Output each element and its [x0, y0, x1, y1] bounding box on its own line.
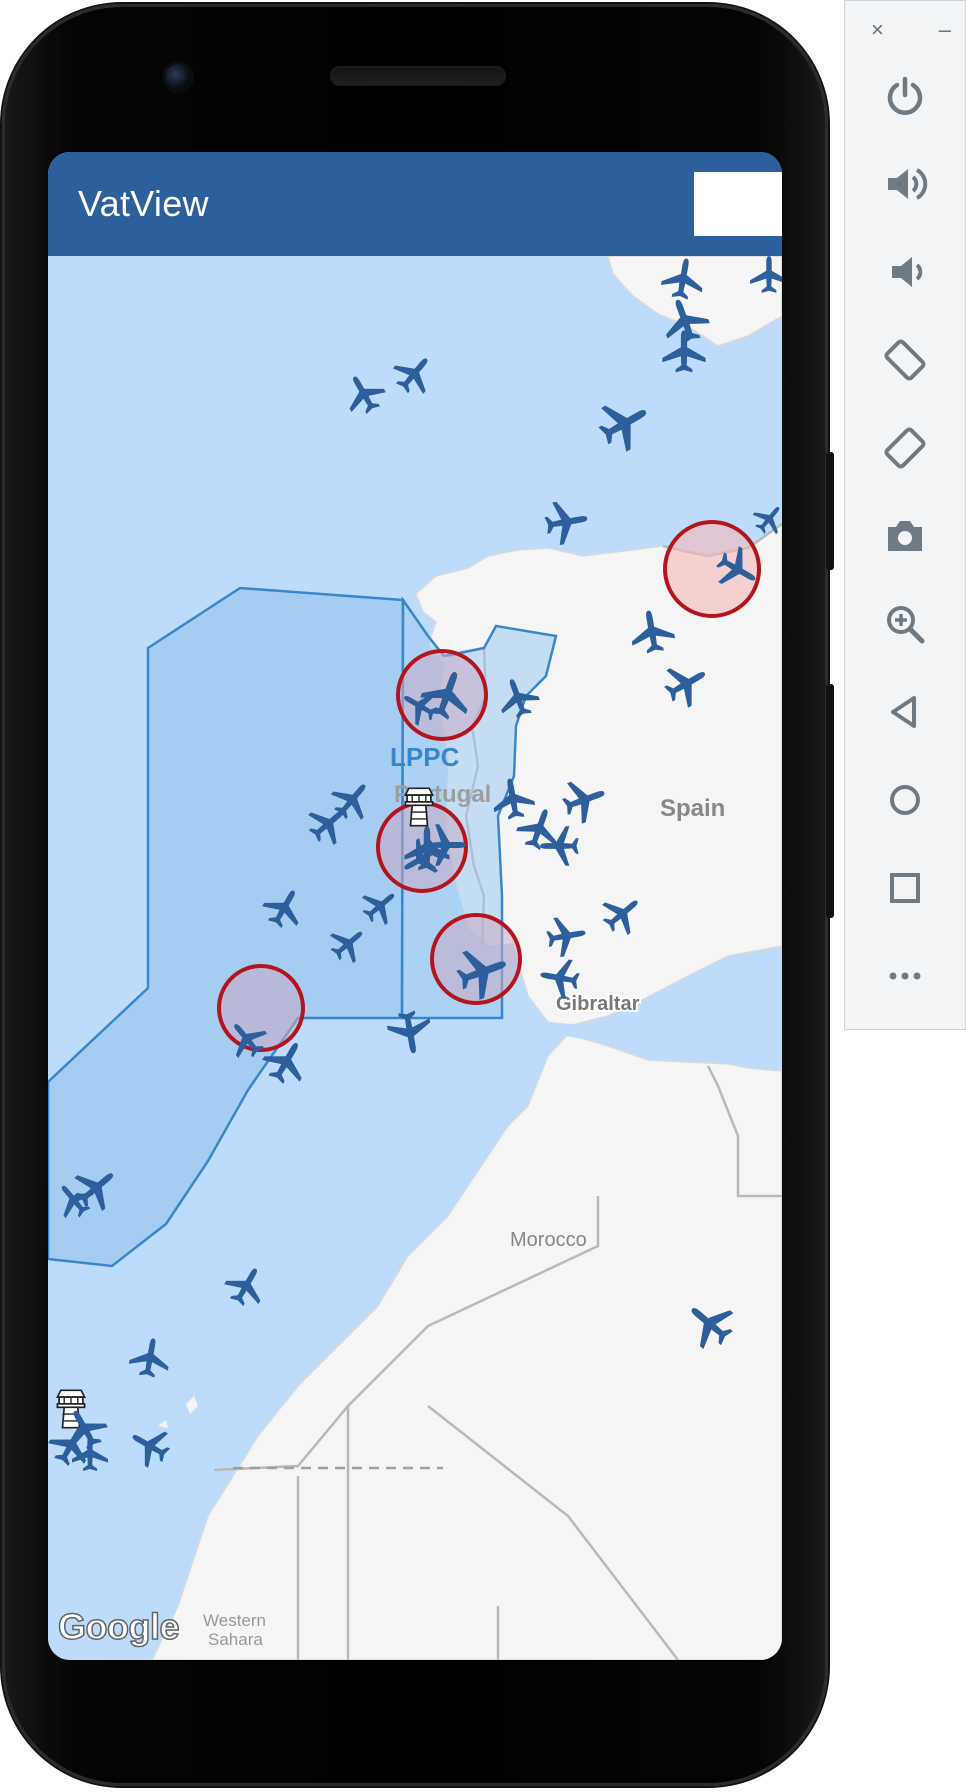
rotate-left-button[interactable]	[845, 325, 965, 395]
rotate-right-button[interactable]	[845, 413, 965, 483]
rotate-right-icon	[884, 427, 926, 469]
phone-frame: VatView LPPC Portugal Spain Gibraltar Mo…	[2, 4, 828, 1786]
country-label-western: Western	[203, 1611, 266, 1630]
emulator-stage: VatView LPPC Portugal Spain Gibraltar Mo…	[0, 0, 966, 1792]
country-label-morocco: Morocco	[510, 1229, 587, 1251]
appbar-action[interactable]	[694, 172, 782, 236]
app-title: VatView	[78, 183, 209, 224]
home-icon	[890, 785, 920, 815]
back-icon	[891, 696, 916, 728]
overview-icon	[890, 873, 920, 903]
rotate-left-icon	[884, 339, 926, 381]
map-view[interactable]: LPPC Portugal Spain Gibraltar Morocco We…	[48, 256, 782, 1660]
emulator-toolbar: × –	[844, 0, 966, 1030]
more-icon	[889, 972, 921, 980]
overview-button[interactable]	[845, 853, 965, 923]
zoom-icon	[887, 606, 925, 644]
volume-up-icon	[888, 168, 928, 200]
app-screen: VatView LPPC Portugal Spain Gibraltar Mo…	[48, 152, 782, 1660]
volume-down-button[interactable]	[845, 237, 965, 307]
power-button[interactable]	[845, 61, 965, 131]
screenshot-button[interactable]	[845, 501, 965, 571]
earpiece-speaker	[330, 66, 506, 86]
camera-icon	[888, 521, 922, 551]
minimize-icon[interactable]: –	[939, 19, 951, 45]
back-button[interactable]	[845, 677, 965, 747]
volume-down-icon	[892, 257, 923, 287]
country-label-sahara: Sahara	[208, 1630, 263, 1649]
app-bar: VatView	[48, 152, 782, 256]
volume-up-button[interactable]	[845, 149, 965, 219]
home-button[interactable]	[845, 765, 965, 835]
volume-side-button	[826, 684, 834, 918]
zoom-button[interactable]	[845, 589, 965, 659]
city-label-gibraltar: Gibraltar	[556, 993, 640, 1015]
country-label-spain: Spain	[660, 795, 725, 822]
google-logo: Google	[57, 1605, 180, 1648]
more-button[interactable]	[845, 941, 965, 1011]
front-camera	[165, 64, 191, 90]
power-side-button	[826, 452, 834, 570]
fir-label: LPPC	[390, 742, 460, 772]
close-icon[interactable]: ×	[871, 19, 884, 45]
power-icon	[887, 76, 923, 115]
